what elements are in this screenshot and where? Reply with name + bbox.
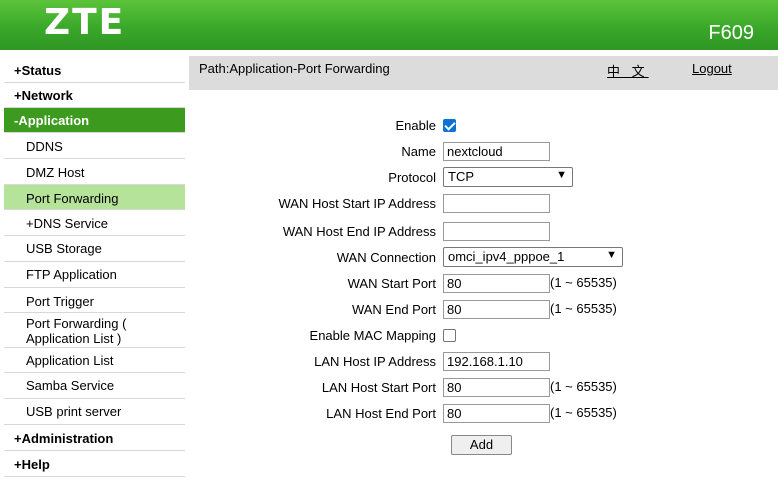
wan-end-port-range: (1 ~ 65535)	[550, 301, 617, 316]
sidebar-item-label: Samba Service	[26, 378, 115, 393]
lan-host-end-port-label: LAN Host End Port	[326, 406, 436, 421]
enable-checkbox[interactable]	[443, 119, 456, 132]
chevron-down-icon: ▼	[556, 169, 567, 181]
sidebar-item-dmz-host[interactable]: DMZ Host	[4, 159, 185, 185]
lan-host-end-port-range: (1 ~ 65535)	[550, 405, 617, 420]
wan-connection-label: WAN Connection	[336, 250, 436, 265]
path-bar: Path:Application-Port Forwarding 中 文 Log…	[189, 56, 778, 90]
sidebar-item-port-trigger[interactable]: Port Trigger	[4, 288, 185, 313]
sidebar-item-label: Network	[21, 88, 73, 103]
sidebar-item-label: DDNS	[26, 139, 63, 154]
wan-start-port-label: WAN Start Port	[347, 276, 436, 291]
sidebar-item-label: FTP Application	[26, 267, 117, 282]
name-label: Name	[401, 144, 436, 159]
expand-icon: +	[14, 457, 22, 472]
sidebar-item-dns-service[interactable]: +DNS Service	[4, 210, 185, 236]
language-link[interactable]: 中 文	[607, 61, 649, 80]
sidebar-item-label: Help	[21, 457, 50, 472]
wan-end-port-input[interactable]: 80	[443, 300, 550, 319]
wan-connection-value: omci_ipv4_pppoe_1	[448, 249, 565, 264]
sidebar-item-label: USB print server	[26, 404, 122, 419]
wan-connection-select[interactable]: omci_ipv4_pppoe_1 ▼	[443, 247, 623, 267]
lan-host-start-port-input[interactable]: 80	[443, 378, 550, 397]
sidebar-item-application-list[interactable]: Application List	[4, 348, 185, 373]
lan-host-end-port-input[interactable]: 80	[443, 404, 550, 423]
sidebar-item-label: Application	[18, 113, 90, 128]
wan-start-port-input[interactable]: 80	[443, 274, 550, 293]
add-button[interactable]: Add	[451, 435, 512, 455]
sidebar-item-label: Port Forwarding	[26, 191, 119, 206]
enable-label: Enable	[395, 118, 436, 133]
model-name: F609	[708, 22, 754, 44]
sidebar-item-label-line2: Application List )	[26, 331, 122, 346]
sidebar-item-status[interactable]: +Status	[4, 59, 185, 83]
sidebar-item-label: Port Trigger	[26, 294, 94, 309]
sidebar-item-label: Status	[21, 63, 62, 78]
wan-end-port-label: WAN End Port	[351, 302, 436, 317]
sidebar-item-label: DNS Service	[33, 216, 109, 231]
wan-host-start-ip-label: WAN Host Start IP Address	[278, 196, 437, 211]
lan-host-start-port-label: LAN Host Start Port	[321, 380, 436, 395]
wan-host-end-ip-label: WAN Host End IP Address	[282, 224, 436, 239]
lan-host-ip-label: LAN Host IP Address	[314, 354, 436, 369]
sidebar-item-application[interactable]: -Application	[4, 108, 185, 133]
expand-icon: +	[26, 216, 34, 231]
zte-logo: ZTE	[44, 2, 126, 43]
sidebar-item-ftp-application[interactable]: FTP Application	[4, 262, 185, 288]
wan-host-start-ip-input[interactable]	[443, 194, 550, 213]
breadcrumb: Path:Application-Port Forwarding	[199, 61, 390, 76]
expand-icon: +	[14, 431, 22, 446]
sidebar-item-usb-print-server[interactable]: USB print server	[4, 399, 185, 425]
sidebar-item-port-forwarding[interactable]: Port Forwarding	[4, 185, 185, 210]
mac-mapping-checkbox[interactable]	[443, 329, 456, 342]
mac-mapping-label: Enable MAC Mapping	[309, 328, 436, 343]
sidebar-item-label: Administration	[21, 431, 114, 446]
sidebar-item-network[interactable]: +Network	[4, 83, 185, 108]
sidebar: +Status +Network -Application DDNS DMZ H…	[4, 57, 185, 486]
name-input[interactable]: nextcloud	[443, 142, 550, 161]
sidebar-item-label: DMZ Host	[26, 165, 85, 180]
protocol-select[interactable]: TCP ▼	[443, 167, 573, 187]
protocol-value: TCP	[448, 169, 474, 184]
chevron-down-icon: ▼	[606, 249, 617, 261]
lan-host-start-port-range: (1 ~ 65535)	[550, 379, 617, 394]
sidebar-item-label-line1: Port Forwarding (	[26, 316, 127, 331]
sidebar-item-ddns[interactable]: DDNS	[4, 133, 185, 159]
sidebar-item-label: USB Storage	[26, 241, 102, 256]
wan-host-end-ip-input[interactable]	[443, 222, 550, 241]
wan-start-port-range: (1 ~ 65535)	[550, 275, 617, 290]
expand-icon: +	[14, 63, 22, 78]
lan-host-ip-input[interactable]: 192.168.1.10	[443, 352, 550, 371]
sidebar-item-port-forwarding-app-list[interactable]: Port Forwarding (Application List )	[4, 313, 185, 348]
expand-icon: +	[14, 88, 22, 103]
sidebar-item-help[interactable]: +Help	[4, 451, 185, 477]
sidebar-item-administration[interactable]: +Administration	[4, 425, 185, 451]
sidebar-item-label: Application List	[26, 353, 114, 368]
sidebar-item-usb-storage[interactable]: USB Storage	[4, 236, 185, 262]
protocol-label: Protocol	[388, 170, 436, 185]
sidebar-item-samba-service[interactable]: Samba Service	[4, 373, 185, 399]
logout-link[interactable]: Logout	[692, 61, 732, 76]
header-bar: ZTE F609	[0, 0, 778, 50]
